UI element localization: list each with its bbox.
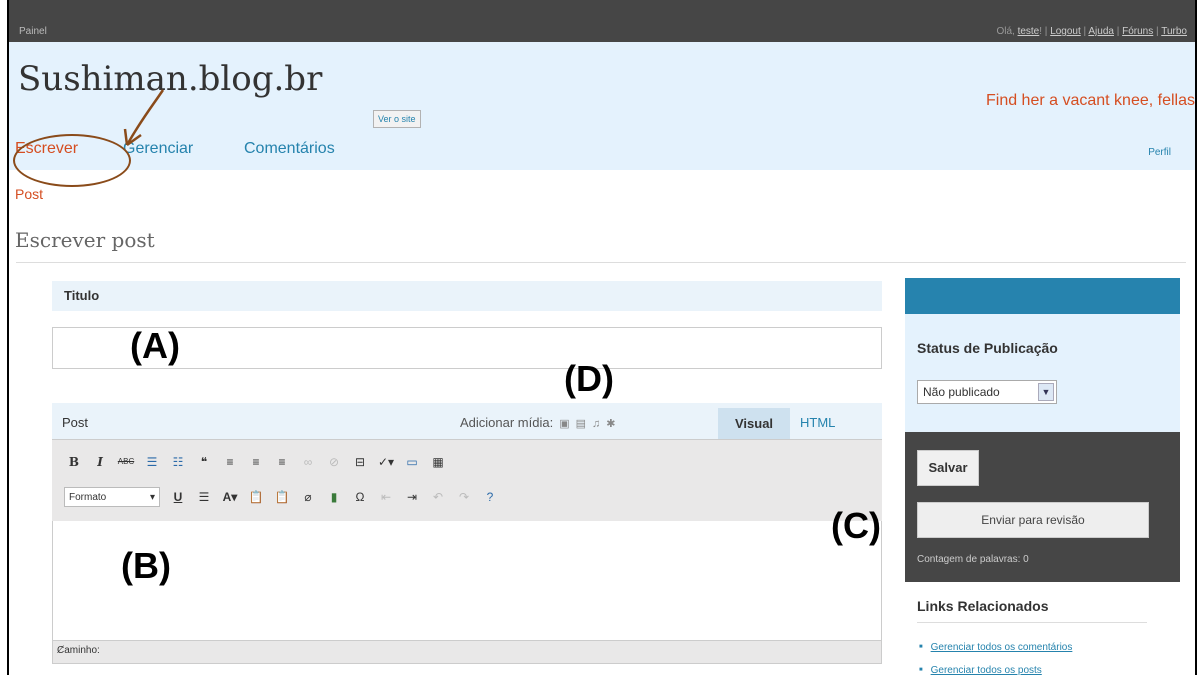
- post-header: Post Adicionar mídia: ▣ ▤ ♫ ✱ Visual HTML: [52, 403, 882, 439]
- tab-visual[interactable]: Visual: [718, 408, 790, 439]
- user-links: Olá, teste! | Logout | Ajuda | Fóruns | …: [996, 26, 1187, 37]
- title-label: Titulo: [64, 288, 100, 303]
- unlink-icon[interactable]: ⊘: [324, 452, 344, 472]
- align-left-icon[interactable]: ≡: [220, 452, 240, 472]
- strikethrough-icon[interactable]: ABC: [116, 452, 136, 472]
- bullet-list-icon[interactable]: ☰: [142, 452, 162, 472]
- toolbar-row-1: B I ABC ☰ ☷ ❝ ≡ ≡ ≡ ∞ ⊘ ⊟ ✓▾ ▭ ▦: [64, 452, 454, 472]
- links-heading: Links Relacionados: [917, 598, 1049, 614]
- more-tag-icon[interactable]: ⊟: [350, 452, 370, 472]
- foruns-link[interactable]: Fóruns: [1122, 26, 1153, 37]
- tab-html[interactable]: HTML: [800, 415, 835, 430]
- admin-top-bar: Painel Olá, teste! | Logout | Ajuda | Fó…: [9, 0, 1195, 42]
- special-char-icon[interactable]: Ω: [350, 487, 370, 507]
- separator: |: [1113, 26, 1123, 37]
- justify-icon[interactable]: ☰: [194, 487, 214, 507]
- status-value: Não publicado: [923, 385, 1000, 399]
- divider: [917, 622, 1147, 623]
- separator: ! |: [1039, 26, 1051, 37]
- align-center-icon[interactable]: ≡: [246, 452, 266, 472]
- italic-icon[interactable]: I: [90, 452, 110, 472]
- sidebar-top-bar: [905, 278, 1180, 314]
- undo-icon[interactable]: ↶: [428, 487, 448, 507]
- subnav-post[interactable]: Post: [15, 186, 43, 202]
- publish-actions: Salvar Enviar para revisão Contagem de p…: [905, 432, 1180, 582]
- media-icon[interactable]: ▮: [324, 487, 344, 507]
- related-links: Links Relacionados Gerenciar todos os co…: [905, 582, 1180, 675]
- title-header: Titulo: [52, 281, 882, 311]
- annotation-arrow: [123, 89, 165, 147]
- add-video-icon[interactable]: ▤: [576, 417, 586, 430]
- add-media-icon[interactable]: ✱: [606, 417, 615, 430]
- turbo-link[interactable]: Turbo: [1161, 26, 1187, 37]
- editor-path-bar: Caminho: ⟋: [52, 640, 882, 664]
- divider: [16, 262, 1186, 263]
- word-count: Contagem de palavras: 0: [917, 554, 1029, 565]
- annotation-b: (B): [121, 545, 171, 586]
- underline-icon[interactable]: U: [168, 487, 188, 507]
- spellcheck-icon[interactable]: ✓▾: [376, 452, 396, 472]
- chevron-down-icon: ▼: [1038, 383, 1054, 401]
- format-select[interactable]: Formato: [64, 487, 160, 508]
- publish-status-box: Status de Publicação Não publicado ▼: [905, 314, 1180, 432]
- link-icon[interactable]: ∞: [298, 452, 318, 472]
- fullscreen-icon[interactable]: ▭: [402, 452, 422, 472]
- paste-text-icon[interactable]: 📋: [246, 487, 266, 507]
- post-content-editor[interactable]: [52, 521, 882, 640]
- add-image-icon[interactable]: ▣: [559, 417, 569, 430]
- redo-icon[interactable]: ↷: [454, 487, 474, 507]
- nav-perfil[interactable]: Perfil: [1148, 147, 1171, 158]
- add-media-label: Adicionar mídia:: [460, 415, 554, 430]
- toolbar-row-2: Formato U ☰ A▾ 📋 📋 ⌀ ▮ Ω ⇤ ⇥ ↶ ↷ ?: [64, 487, 506, 508]
- link-manage-comments[interactable]: Gerenciar todos os comentários: [919, 642, 1073, 653]
- main-nav: Escrever Gerenciar Comentários Perfil: [9, 128, 1195, 172]
- link-manage-posts[interactable]: Gerenciar todos os posts: [919, 665, 1042, 675]
- submit-review-button[interactable]: Enviar para revisão: [917, 502, 1149, 538]
- text-color-icon[interactable]: A▾: [220, 487, 240, 507]
- annotation-a: (A): [130, 325, 180, 366]
- kitchen-sink-icon[interactable]: ▦: [428, 452, 448, 472]
- logout-link[interactable]: Logout: [1050, 26, 1081, 37]
- site-header: Sushiman.blog.br Ver o site Find her a v…: [9, 42, 1195, 170]
- add-media: Adicionar mídia: ▣ ▤ ♫ ✱: [460, 415, 616, 430]
- align-right-icon[interactable]: ≡: [272, 452, 292, 472]
- indent-icon[interactable]: ⇥: [402, 487, 422, 507]
- annotation-c: (C): [831, 505, 881, 546]
- outdent-icon[interactable]: ⇤: [376, 487, 396, 507]
- blockquote-icon[interactable]: ❝: [194, 452, 214, 472]
- annotation-d: (D): [564, 358, 614, 399]
- status-select[interactable]: Não publicado ▼: [917, 380, 1057, 404]
- nav-comentarios[interactable]: Comentários: [244, 140, 335, 158]
- status-heading: Status de Publicação: [917, 340, 1058, 356]
- view-site-button[interactable]: Ver o site: [373, 110, 421, 128]
- remove-format-icon[interactable]: ⌀: [298, 487, 318, 507]
- add-audio-icon[interactable]: ♫: [592, 418, 600, 430]
- bold-icon[interactable]: B: [64, 452, 84, 472]
- page-frame: Painel Olá, teste! | Logout | Ajuda | Fó…: [7, 0, 1197, 675]
- editor-toolbar: B I ABC ☰ ☷ ❝ ≡ ≡ ≡ ∞ ⊘ ⊟ ✓▾ ▭ ▦ Formato…: [52, 439, 882, 522]
- ajuda-link[interactable]: Ajuda: [1088, 26, 1114, 37]
- numbered-list-icon[interactable]: ☷: [168, 452, 188, 472]
- save-button[interactable]: Salvar: [917, 450, 979, 486]
- painel-link[interactable]: Painel: [19, 26, 47, 37]
- tagline: Find her a vacant knee, fellas: [985, 92, 1195, 109]
- post-label: Post: [62, 415, 89, 430]
- user-link[interactable]: teste: [1018, 26, 1040, 37]
- help-icon[interactable]: ?: [480, 487, 500, 507]
- paste-word-icon[interactable]: 📋: [272, 487, 292, 507]
- resize-handle-icon[interactable]: ⟋: [57, 645, 878, 661]
- page-title: Escrever post: [15, 228, 155, 252]
- greeting-text: Olá,: [996, 26, 1018, 37]
